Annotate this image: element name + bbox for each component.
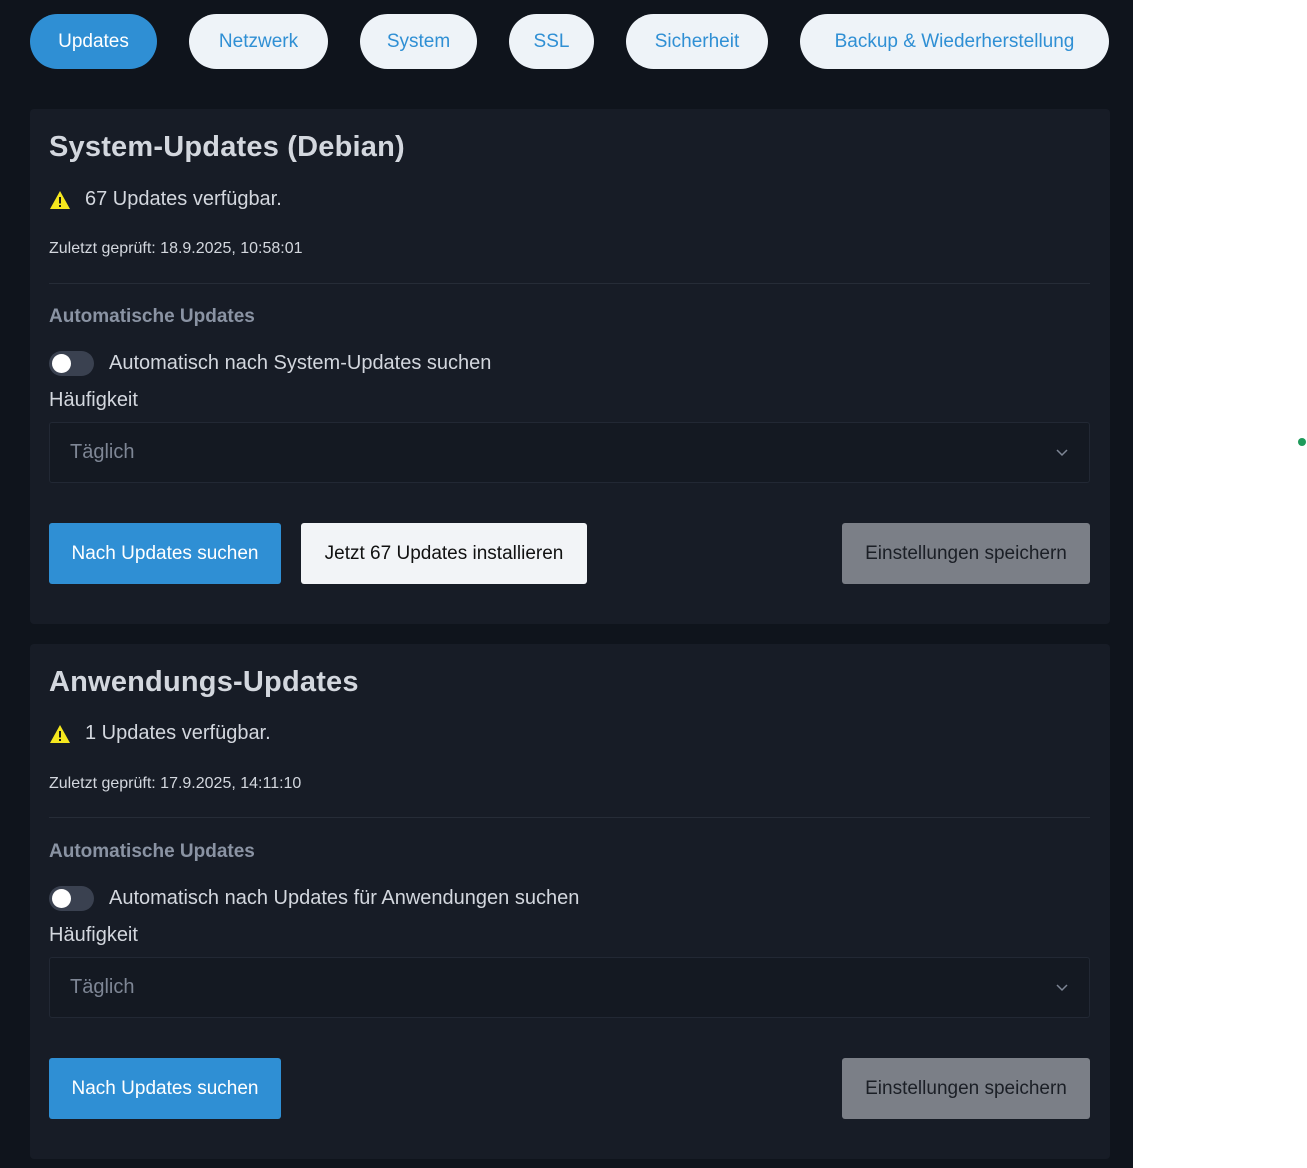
last-checked: Zuletzt geprüft: 17.9.2025, 14:11:10 bbox=[49, 775, 302, 792]
auto-check-toggle[interactable] bbox=[49, 351, 94, 376]
system-updates-card: System-Updates (Debian) 67 Updates verfü… bbox=[30, 109, 1110, 624]
auto-updates-label: Automatische Updates bbox=[49, 841, 255, 862]
save-settings-button[interactable]: Einstellungen speichern bbox=[842, 523, 1090, 584]
chevron-down-icon bbox=[1056, 984, 1068, 992]
tab-system[interactable]: System bbox=[360, 14, 477, 69]
frequency-label: Häufigkeit bbox=[49, 924, 138, 946]
status-dot bbox=[1298, 438, 1306, 446]
divider bbox=[49, 283, 1090, 284]
system-updates-status: 67 Updates verfügbar. bbox=[49, 188, 282, 211]
tab-ssl[interactable]: SSL bbox=[509, 14, 594, 69]
frequency-value: Täglich bbox=[70, 976, 135, 998]
install-updates-button[interactable]: Jetzt 67 Updates installieren bbox=[301, 523, 587, 584]
tab-backup[interactable]: Backup & Wiederherstellung bbox=[800, 14, 1109, 69]
auto-updates-label: Automatische Updates bbox=[49, 306, 255, 327]
toggle-knob bbox=[52, 354, 71, 373]
divider bbox=[49, 817, 1090, 818]
save-settings-button[interactable]: Einstellungen speichern bbox=[842, 1058, 1090, 1119]
check-updates-button[interactable]: Nach Updates suchen bbox=[49, 523, 281, 584]
settings-tabs: Updates Netzwerk System SSL Sicherheit B… bbox=[30, 14, 1109, 69]
status-text: 67 Updates verfügbar. bbox=[85, 188, 282, 210]
frequency-select[interactable]: Täglich bbox=[49, 422, 1090, 483]
frequency-value: Täglich bbox=[70, 441, 135, 463]
auto-check-toggle[interactable] bbox=[49, 886, 94, 911]
app-updates-card: Anwendungs-Updates 1 Updates verfügbar. … bbox=[30, 644, 1110, 1159]
auto-check-row: Automatisch nach Updates für Anwendungen… bbox=[49, 886, 579, 911]
last-checked: Zuletzt geprüft: 18.9.2025, 10:58:01 bbox=[49, 240, 303, 257]
auto-check-row: Automatisch nach System-Updates suchen bbox=[49, 351, 491, 376]
frequency-label: Häufigkeit bbox=[49, 389, 138, 411]
system-updates-title: System-Updates (Debian) bbox=[49, 131, 405, 163]
tab-sicherheit[interactable]: Sicherheit bbox=[626, 14, 768, 69]
auto-check-label: Automatisch nach System-Updates suchen bbox=[109, 352, 492, 374]
auto-check-label: Automatisch nach Updates für Anwendungen… bbox=[109, 887, 580, 909]
tab-netzwerk[interactable]: Netzwerk bbox=[189, 14, 328, 69]
warning-icon bbox=[50, 724, 70, 743]
warning-icon bbox=[50, 190, 70, 209]
app-updates-status: 1 Updates verfügbar. bbox=[49, 722, 271, 745]
check-updates-button[interactable]: Nach Updates suchen bbox=[49, 1058, 281, 1119]
toggle-knob bbox=[52, 889, 71, 908]
tab-updates[interactable]: Updates bbox=[30, 14, 157, 69]
frequency-select[interactable]: Täglich bbox=[49, 957, 1090, 1018]
app-updates-title: Anwendungs-Updates bbox=[49, 666, 359, 698]
settings-panel: Updates Netzwerk System SSL Sicherheit B… bbox=[0, 0, 1133, 1168]
chevron-down-icon bbox=[1056, 449, 1068, 457]
status-text: 1 Updates verfügbar. bbox=[85, 722, 271, 744]
